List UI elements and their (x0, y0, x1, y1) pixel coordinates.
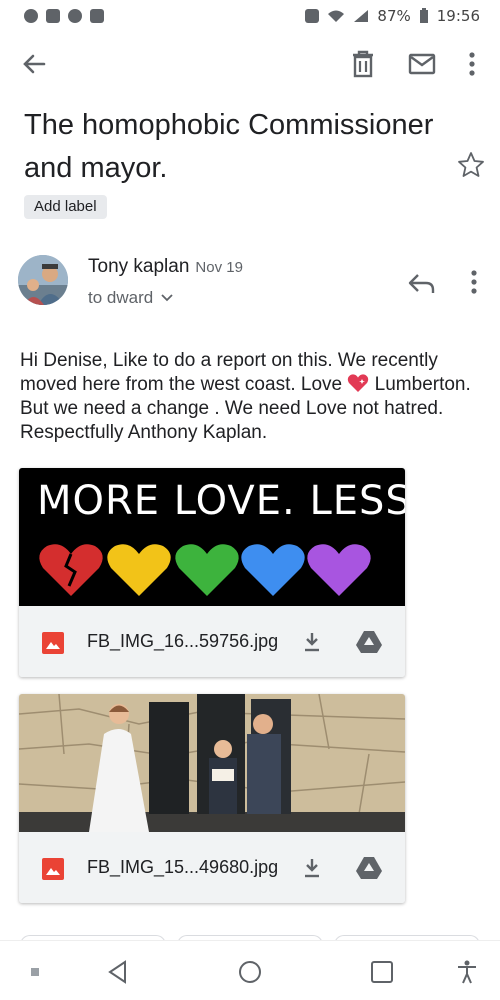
download-icon[interactable] (302, 631, 322, 653)
reply-icon[interactable] (406, 268, 438, 298)
email-body: Hi Denise, Like to do a report on this. … (20, 349, 482, 445)
nav-dot-icon[interactable] (22, 959, 48, 985)
nav-back-icon[interactable] (105, 959, 131, 985)
drive-icon[interactable] (355, 856, 383, 880)
notification-icons (24, 9, 104, 23)
status-bar: 87% 19:56 (0, 0, 500, 32)
battery-icon (419, 8, 428, 23)
trash-icon[interactable] (349, 48, 377, 80)
mail-icon[interactable] (406, 48, 438, 80)
notification-icon (46, 9, 60, 23)
attachment-bar: FB_IMG_15...49680.jpg (19, 832, 405, 903)
app-bar (0, 36, 500, 92)
attachment-filename: FB_IMG_15...49680.jpg (87, 857, 279, 877)
sender-name[interactable]: Tony kaplan (88, 256, 189, 277)
battery-percent: 87% (377, 7, 411, 25)
system-nav-bar (0, 940, 500, 1000)
nav-recents-icon[interactable] (369, 959, 395, 985)
sender-line: Tony kaplan Nov 19 (88, 256, 243, 278)
more-vert-icon[interactable] (462, 48, 482, 80)
recipient-text: to dward (88, 288, 154, 307)
sparkling-heart-icon (348, 374, 369, 392)
avatar[interactable] (18, 255, 68, 305)
image-file-icon (42, 858, 64, 880)
nav-home-icon[interactable] (237, 959, 263, 985)
attachment-filename: FB_IMG_16...59756.jpg (87, 631, 279, 651)
messenger-icon (24, 9, 38, 23)
star-outline-icon[interactable] (456, 150, 486, 180)
image-file-icon (42, 632, 64, 654)
clock: 19:56 (436, 7, 480, 25)
arrow-back-icon[interactable] (18, 48, 50, 80)
app-icon (90, 9, 104, 23)
attachment-preview-photo[interactable] (19, 694, 405, 832)
facebook-icon (68, 9, 82, 23)
system-icons: 87% 19:56 (305, 7, 480, 25)
add-label-chip[interactable]: Add label (24, 195, 107, 219)
attachment-card[interactable]: MORE LOVE. LESS HATE. FB_IMG_16...59756.… (19, 468, 405, 677)
email-date: Nov 19 (195, 259, 243, 276)
image-caption-text: MORE LOVE. LESS HATE. (37, 478, 405, 524)
recipient-details[interactable]: to dward (88, 288, 173, 308)
signal-icon (354, 10, 369, 22)
email-subject: The homophobic Commissioner and mayor. (24, 109, 434, 184)
attachment-preview-love[interactable]: MORE LOVE. LESS HATE. (19, 468, 405, 606)
wifi-icon (328, 10, 345, 22)
attachment-card[interactable]: FB_IMG_15...49680.jpg (19, 694, 405, 903)
message-more-icon[interactable] (464, 266, 484, 298)
accessibility-icon[interactable] (454, 959, 480, 985)
vibrate-icon (305, 9, 320, 23)
chevron-down-icon (161, 294, 173, 302)
download-icon[interactable] (302, 857, 322, 879)
drive-icon[interactable] (355, 630, 383, 654)
avatar-photo (18, 255, 68, 305)
attachment-bar: FB_IMG_16...59756.jpg (19, 606, 405, 677)
